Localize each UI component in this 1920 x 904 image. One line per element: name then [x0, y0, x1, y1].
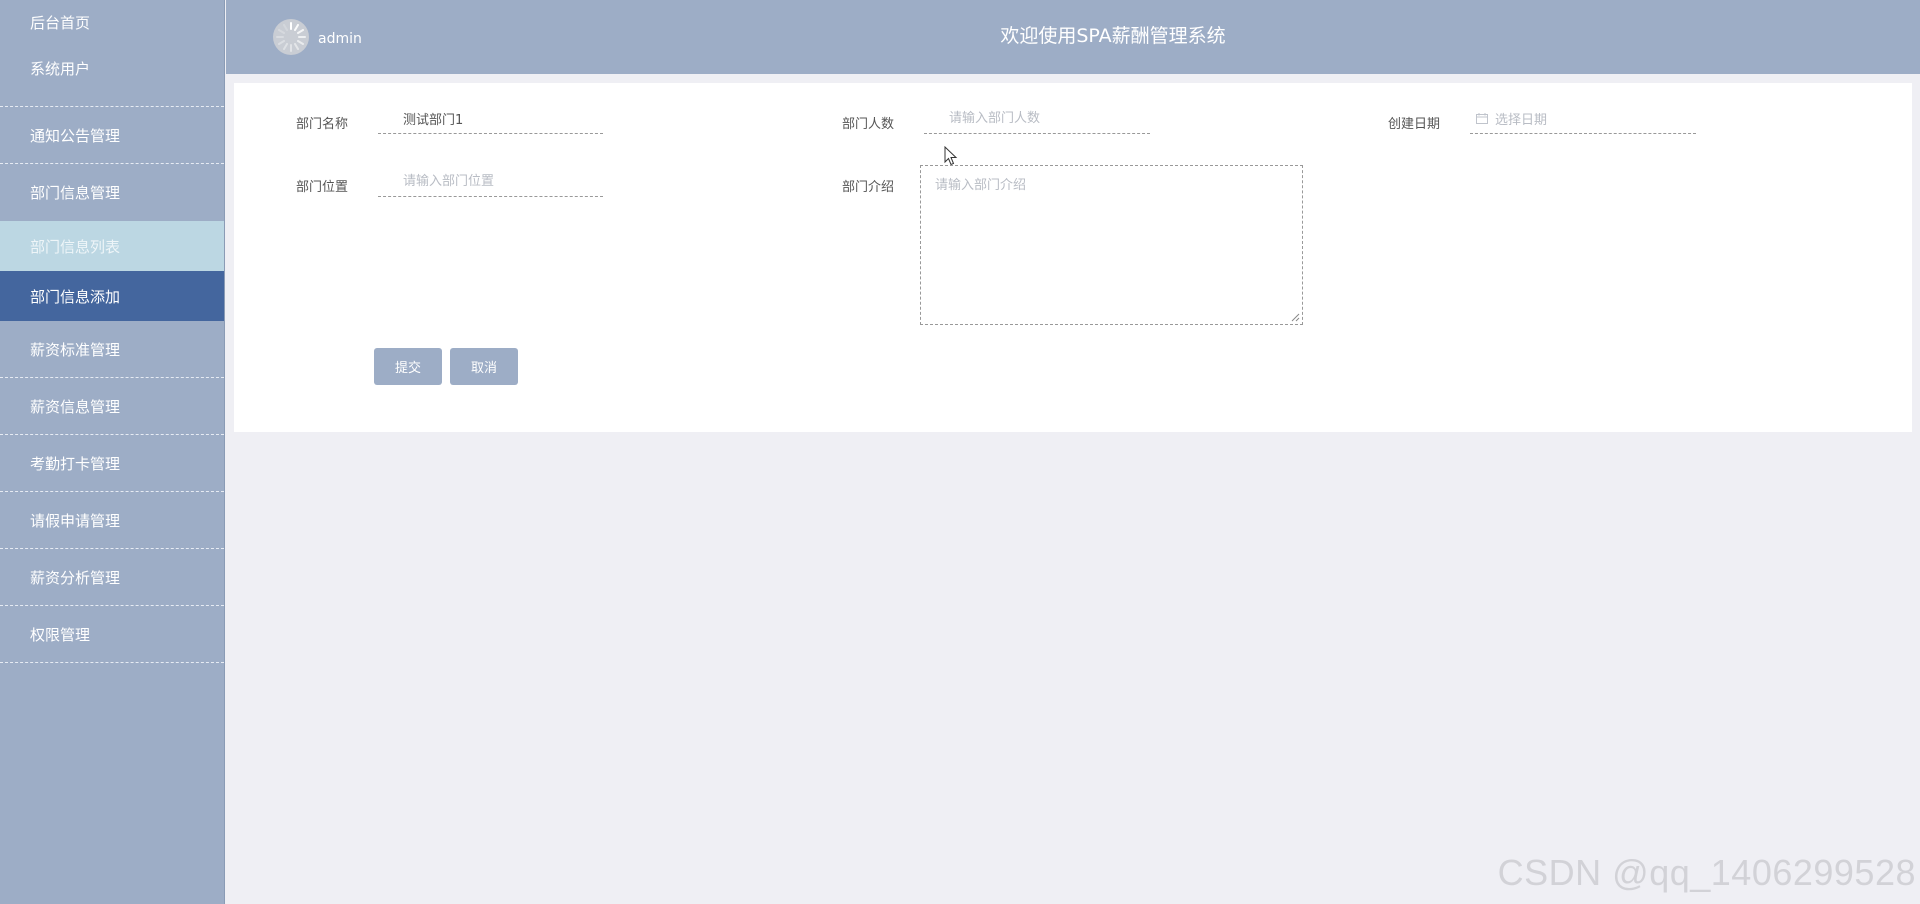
created-date-picker[interactable]: 选择日期 [1470, 104, 1696, 134]
sidebar-item-salary-standard[interactable]: 薪资标准管理 [0, 321, 224, 378]
sidebar-item-system-users[interactable]: 系统用户 [0, 44, 224, 107]
dept-location-label: 部门位置 [296, 180, 349, 195]
sidebar-item-home[interactable]: 后台首页 [0, 0, 224, 44]
app-root: 后台首页 系统用户 通知公告管理 部门信息管理 部门信息列表 部门信息添加 薪资… [0, 0, 1920, 904]
sidebar-item-permissions[interactable]: 权限管理 [0, 606, 224, 663]
cancel-button[interactable]: 取消 [450, 348, 518, 385]
sidebar-item-leave-request[interactable]: 请假申请管理 [0, 492, 224, 549]
resize-handle-icon[interactable] [1290, 312, 1300, 322]
sidebar-item-notices[interactable]: 通知公告管理 [0, 107, 224, 164]
sidebar-item-attendance[interactable]: 考勤打卡管理 [0, 435, 224, 492]
submit-button[interactable]: 提交 [374, 348, 442, 385]
created-date-label: 创建日期 [1388, 117, 1441, 132]
mouse-pointer-icon [944, 146, 958, 166]
watermark: CSDN @qq_1406299528 [1497, 852, 1916, 893]
sidebar: 后台首页 系统用户 通知公告管理 部门信息管理 部门信息列表 部门信息添加 薪资… [0, 0, 225, 904]
dept-location-input[interactable] [378, 167, 603, 197]
calendar-icon [1476, 113, 1488, 124]
system-title: 欢迎使用SPA薪酬管理系统 [1000, 25, 1226, 47]
sidebar-subitem-dept-list[interactable]: 部门信息列表 [0, 221, 224, 271]
sidebar-item-salary-analysis[interactable]: 薪资分析管理 [0, 549, 224, 606]
dept-name-label: 部门名称 [296, 117, 349, 132]
dept-name-input[interactable] [378, 104, 603, 134]
sidebar-subitem-dept-add[interactable]: 部门信息添加 [0, 271, 224, 321]
top-header: admin 欢迎使用SPA薪酬管理系统 [226, 0, 1920, 74]
dept-count-label: 部门人数 [842, 117, 895, 132]
sidebar-item-dept-management[interactable]: 部门信息管理 [0, 164, 224, 221]
created-date-placeholder: 选择日期 [1495, 113, 1548, 128]
dept-intro-textarea[interactable] [920, 165, 1303, 325]
dept-add-form: 部门名称 部门人数 创建日期 选择日期 部门位置 部门介绍 提交 取消 [234, 83, 1912, 432]
dept-count-input[interactable] [924, 104, 1150, 134]
dept-intro-label: 部门介绍 [842, 180, 895, 195]
sidebar-item-salary-info[interactable]: 薪资信息管理 [0, 378, 224, 435]
